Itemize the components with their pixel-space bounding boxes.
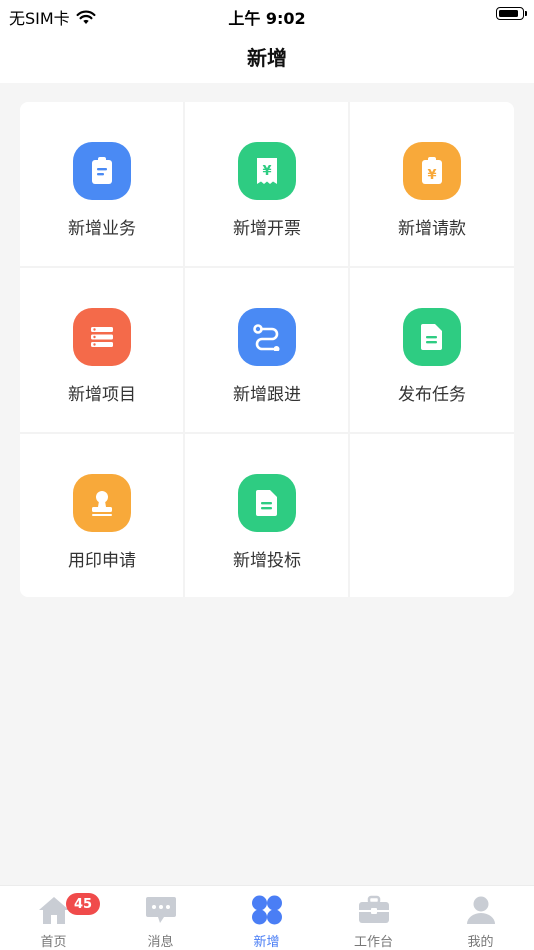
svg-text:¥: ¥ [427,168,436,183]
tab-label: 工作台 [353,935,393,950]
grid-divider [20,266,514,268]
grid-item-empty [350,434,514,597]
grid-item-new-project[interactable]: 新增项目 [20,268,184,432]
action-grid: 新增业务 ¥ 新增开票 ¥ 新增请款 新增项目 新增跟进 发布任务 用印申请 新… [20,102,514,597]
message-icon [144,894,178,926]
grid-item-label: 新增业务 [68,219,136,239]
document-icon [238,474,296,532]
grid-item-new-payment-request[interactable]: ¥ 新增请款 [350,102,514,266]
grid-divider [348,102,350,597]
grid-item-label: 用印申请 [68,551,136,571]
grid-item-new-invoice[interactable]: ¥ 新增开票 [185,102,349,266]
tab-label: 我的 [467,935,494,950]
grid-item-label: 新增项目 [68,385,136,405]
status-bar: 无SIM卡 上午 9:02 [0,0,534,30]
grid-item-label: 新增投标 [233,551,301,571]
battery-icon [496,7,527,20]
tab-label: 首页 [40,935,67,950]
grid-item-seal-request[interactable]: 用印申请 [20,434,184,597]
tab-label: 新增 [253,935,280,950]
grid-item-label: 新增请款 [398,219,466,239]
clock: 上午 9:02 [228,9,306,28]
route-icon [238,308,296,366]
grid-item-new-follow-up[interactable]: 新增跟进 [185,268,349,432]
grid-item-new-business[interactable]: 新增业务 [20,102,184,266]
tab-bar: 首页 45 消息 新增 工作台 我的 [0,885,534,950]
clipboard-icon [73,142,131,200]
unread-badge: 45 [66,893,100,915]
grid-divider [183,102,185,597]
add-grid-icon [250,894,284,926]
nav-bar: 新增 [0,30,534,83]
clipboard-yuan-icon: ¥ [403,142,461,200]
stamp-icon [73,474,131,532]
page-title: 新增 [247,46,287,70]
tab-add[interactable]: 新增 [213,886,320,950]
tab-label: 消息 [147,935,174,950]
grid-item-label: 发布任务 [398,385,466,405]
briefcase-icon [357,894,391,926]
document-icon [403,308,461,366]
grid-divider [20,432,514,434]
grid-item-publish-task[interactable]: 发布任务 [350,268,514,432]
tab-workbench[interactable]: 工作台 [320,886,427,950]
home-icon [37,894,71,926]
list-icon [73,308,131,366]
tab-profile[interactable]: 我的 [427,886,534,950]
svg-text:¥: ¥ [262,164,271,179]
tab-messages[interactable]: 消息 [107,886,214,950]
grid-item-label: 新增开票 [233,219,301,239]
grid-item-new-bid[interactable]: 新增投标 [185,434,349,597]
receipt-yuan-icon: ¥ [238,142,296,200]
grid-item-label: 新增跟进 [233,385,301,405]
user-icon [464,894,498,926]
